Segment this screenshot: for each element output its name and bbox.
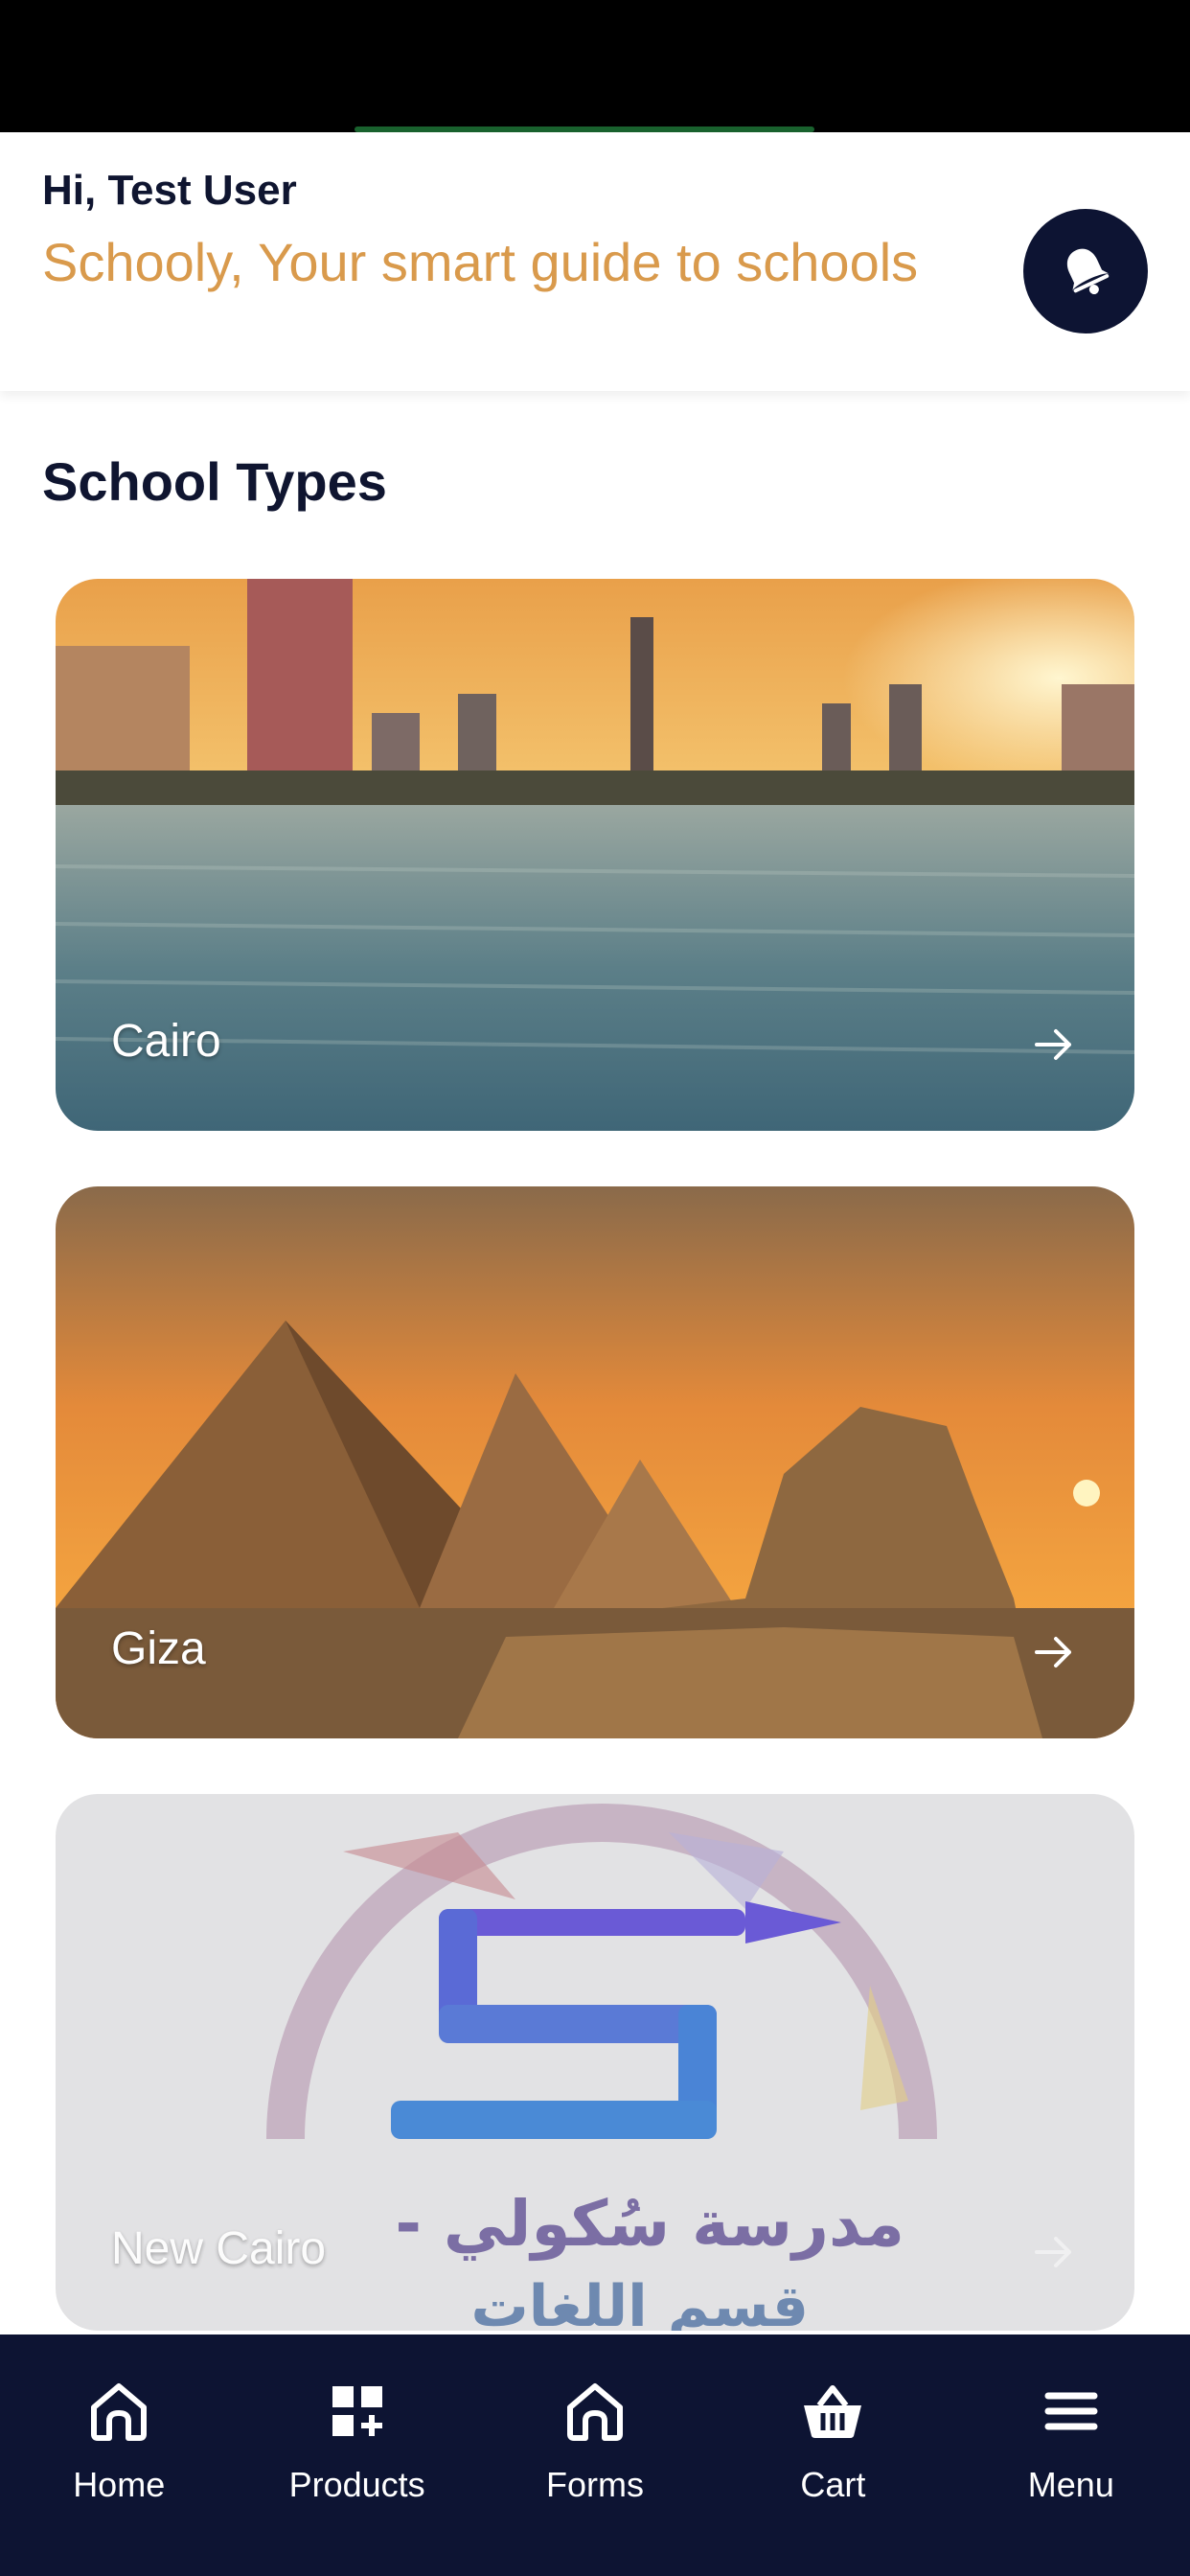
card-label: Cairo (111, 1016, 221, 1067)
nav-label: Products (288, 2465, 425, 2504)
arrow-right-icon (1035, 2237, 1071, 2267)
nav-menu[interactable]: Menu (952, 2334, 1190, 2576)
section-title: School Types (42, 451, 387, 512)
greeting-text: Hi, Test User (42, 167, 297, 214)
school-type-card-new-cairo[interactable]: مدرسة سُكولي - قسم اللغات New Cairo (56, 1794, 1134, 2331)
bell-icon (1066, 248, 1110, 295)
status-bar (0, 0, 1190, 132)
nav-home[interactable]: Home (0, 2334, 238, 2576)
arrow-right-icon (1035, 1637, 1071, 1668)
notifications-button[interactable] (1023, 209, 1148, 334)
logo-arabic-line-2: قسم اللغات (470, 2273, 809, 2331)
card-label: New Cairo (111, 2223, 327, 2274)
nav-forms[interactable]: Forms (476, 2334, 714, 2576)
logo-arabic-line-1: مدرسة سُكولي - (395, 2187, 904, 2261)
nav-label: Home (73, 2465, 166, 2504)
tagline-text: Schooly, Your smart guide to schools (42, 232, 919, 292)
giza-image (56, 1186, 1134, 1738)
nav-label: Menu (1027, 2465, 1114, 2504)
home-icon (91, 2383, 148, 2441)
nav-cart[interactable]: Cart (714, 2334, 951, 2576)
nav-label: Cart (800, 2465, 866, 2504)
school-type-card-cairo[interactable]: Cairo (56, 579, 1134, 1131)
grid-plus-icon (332, 2386, 382, 2436)
card-label: Giza (111, 1623, 206, 1674)
basket-icon (804, 2385, 862, 2438)
hamburger-icon (1044, 2392, 1098, 2430)
bottom-navigation: Home Products Forms Cart Menu (0, 2334, 1190, 2576)
school-type-card-giza[interactable]: Giza (56, 1186, 1134, 1738)
nav-products[interactable]: Products (238, 2334, 475, 2576)
header: Hi, Test User Schooly, Your smart guide … (0, 132, 1190, 391)
nav-label: Forms (546, 2465, 645, 2504)
arrow-right-icon (1035, 1029, 1071, 1060)
home-icon (567, 2383, 624, 2441)
